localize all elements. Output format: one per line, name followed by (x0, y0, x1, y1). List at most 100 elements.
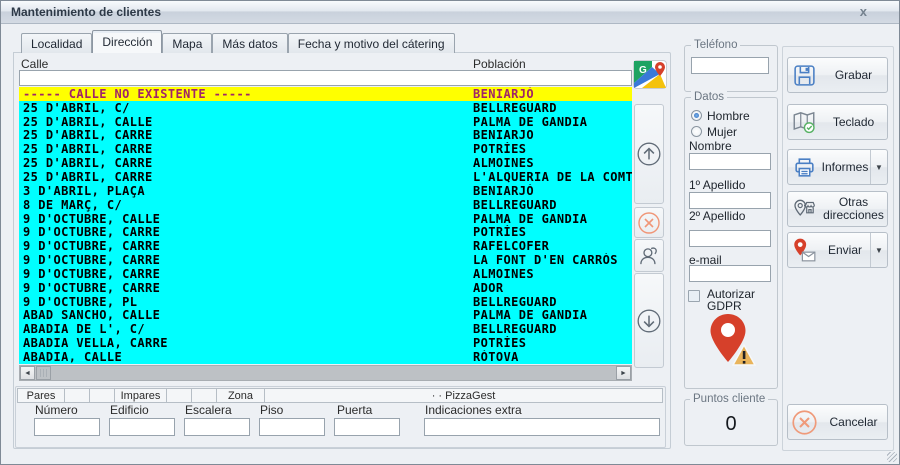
row-poblacion: PALMA DE GANDIA (473, 309, 587, 323)
puerta-input[interactable] (334, 418, 400, 436)
list-row[interactable]: 9 D'OCTUBRE, CARRERAFELCOFER (19, 239, 632, 253)
tab-localidad[interactable]: Localidad (21, 33, 92, 53)
clear-selection-button[interactable] (634, 207, 664, 238)
row-calle: 9 D'OCTUBRE, CARRE (23, 281, 160, 295)
list-row[interactable]: 25 D'ABRIL, CALLEPALMA DE GANDIA (19, 115, 632, 129)
apellido2-input[interactable] (689, 230, 771, 247)
scrollbar-thumb[interactable] (36, 366, 51, 380)
row-calle: ABADIA, CALLE (23, 350, 122, 364)
customer-button[interactable] (634, 239, 664, 272)
hombre-radio[interactable] (691, 110, 702, 121)
row-calle: ----- CALLE NO EXISTENTE ----- (23, 87, 252, 101)
row-poblacion: PALMA DE GANDIA (473, 212, 587, 226)
street-search-input[interactable] (19, 70, 632, 86)
google-maps-button[interactable]: G (633, 60, 667, 89)
informes-dropdown-icon[interactable]: ▼ (870, 150, 887, 184)
enviar-button-label: Enviar (820, 244, 870, 257)
list-row[interactable]: 25 D'ABRIL, CARRE POTRÍES (19, 142, 632, 156)
row-calle: 25 D'ABRIL, C/ (23, 101, 130, 115)
person-icon (636, 243, 662, 269)
move-down-button[interactable] (634, 273, 664, 368)
hombre-radio-label: Hombre (707, 109, 750, 123)
teclado-button-label: Teclado (820, 116, 887, 129)
escalera-input[interactable] (184, 418, 250, 436)
pares-label: Pares (17, 388, 65, 403)
cancelar-button[interactable]: Cancelar (787, 404, 888, 440)
grabar-button[interactable]: Grabar (787, 57, 888, 93)
list-row[interactable]: 25 D'ABRIL, CARREL'ALQUERIA DE LA COMTI (19, 170, 632, 184)
row-poblacion: RÓTOVA (473, 350, 519, 364)
tab-direccion[interactable]: Dirección (92, 30, 162, 53)
tab-mas-datos[interactable]: Más datos (212, 33, 287, 53)
tab-label: Fecha y motivo del cátering (298, 37, 445, 51)
svg-text:G: G (639, 65, 647, 76)
mujer-radio[interactable] (691, 126, 702, 137)
scrollbar-track[interactable] (51, 366, 616, 380)
row-poblacion: POTRÍES (473, 142, 526, 156)
list-row[interactable]: 9 D'OCTUBRE, PLBELLREGUARD (19, 295, 632, 309)
tab-fecha-motivo-catering[interactable]: Fecha y motivo del cátering (288, 33, 455, 53)
resize-grip[interactable] (887, 452, 897, 462)
list-row[interactable]: 25 D'ABRIL, C/BELLREGUARD (19, 101, 632, 115)
list-row[interactable]: 9 D'OCTUBRE, CARRE ALMOINES (19, 267, 632, 281)
calle-column-label: Calle (21, 57, 48, 71)
list-row[interactable]: 3 D'ABRIL, PLAÇABENIARJÓ (19, 184, 632, 198)
pares-value-cell (65, 388, 90, 403)
row-calle: 9 D'OCTUBRE, CARRE (23, 225, 160, 239)
list-row[interactable]: ----- CALLE NO EXISTENTE -----BENIARJÓ (19, 87, 632, 101)
list-row[interactable]: ABADIA DE L', C/BELLREGUARD (19, 322, 632, 336)
pin-envelope-icon (788, 237, 820, 263)
scroll-right-icon[interactable]: ► (616, 366, 631, 380)
puntos-cliente-label: Puntos cliente (690, 393, 768, 405)
piso-input[interactable] (259, 418, 325, 436)
list-row[interactable]: 25 D'ABRIL, CARREALMOINES (19, 156, 632, 170)
row-calle: 3 D'ABRIL, PLAÇA (23, 184, 145, 198)
impares-value-cell (167, 388, 192, 403)
list-row[interactable]: 8 DE MARÇ, C/BELLREGUARD (19, 198, 632, 212)
row-calle: 9 D'OCTUBRE, CARRE (23, 239, 160, 253)
list-row[interactable]: 9 D'OCTUBRE, CARRE POTRÍES (19, 225, 632, 239)
otras-direcciones-button[interactable]: Otrasdirecciones (787, 191, 888, 227)
numero-input[interactable] (34, 418, 100, 436)
list-row[interactable]: 9 D'OCTUBRE, CARREADOR (19, 281, 632, 295)
move-up-button[interactable] (634, 104, 664, 204)
apellido2-label: 2º Apellido (689, 209, 745, 223)
telefono-input[interactable] (691, 57, 769, 74)
list-row[interactable]: 9 D'OCTUBRE, CALLEPALMA DE GANDIA (19, 212, 632, 226)
indicaciones-extra-input[interactable] (424, 418, 660, 436)
email-input[interactable] (689, 265, 771, 282)
zone-bar: Pares Impares Zona · · PizzaGest (17, 388, 663, 403)
tab-mapa[interactable]: Mapa (162, 33, 212, 53)
edificio-input[interactable] (109, 418, 175, 436)
teclado-button[interactable]: Teclado (787, 104, 888, 140)
street-list[interactable]: ----- CALLE NO EXISTENTE -----BENIARJÓ25… (19, 87, 632, 364)
enviar-dropdown-icon[interactable]: ▼ (870, 233, 887, 267)
enviar-button[interactable]: Enviar ▼ (787, 232, 888, 268)
cancel-x-icon (788, 409, 820, 436)
horizontal-scrollbar[interactable]: ◄ ► (19, 365, 632, 381)
list-row[interactable]: ABADIA, CALLE RÓTOVA (19, 350, 632, 364)
nombre-label: Nombre (689, 139, 732, 153)
apellido1-input[interactable] (689, 192, 771, 209)
puntos-cliente-value: 0 (684, 413, 778, 436)
list-row[interactable]: 9 D'OCTUBRE, CARRELA FONT D'EN CARRÒS (19, 253, 632, 267)
row-poblacion: BELLREGUARD (473, 101, 557, 115)
row-poblacion: ALMOINES (473, 267, 534, 281)
row-poblacion: L'ALQUERIA DE LA COMTI (473, 170, 632, 184)
nombre-input[interactable] (689, 153, 771, 170)
list-row[interactable]: ABADIA VELLA, CARREPOTRÍES (19, 336, 632, 350)
google-maps-icon: G (633, 60, 667, 89)
row-poblacion: POTRÍES (473, 225, 526, 239)
list-row[interactable]: ABAD SANCHO, CALLEPALMA DE GANDIA (19, 309, 632, 323)
row-calle: 25 D'ABRIL, CARRE (23, 142, 153, 156)
row-poblacion: BELLREGUARD (473, 322, 557, 336)
scroll-left-icon[interactable]: ◄ (20, 366, 35, 380)
row-calle: 9 D'OCTUBRE, CARRE (23, 267, 160, 281)
otras-direcciones-label: Otrasdirecciones (820, 196, 887, 222)
pares-value-cell (90, 388, 115, 403)
list-row[interactable]: 25 D'ABRIL, CARREBENIARJÓ (19, 129, 632, 143)
informes-button[interactable]: Informes ▼ (787, 149, 888, 185)
gdpr-checkbox[interactable] (688, 290, 700, 302)
close-icon[interactable]: x (860, 4, 867, 19)
tab-label: Dirección (102, 35, 152, 49)
